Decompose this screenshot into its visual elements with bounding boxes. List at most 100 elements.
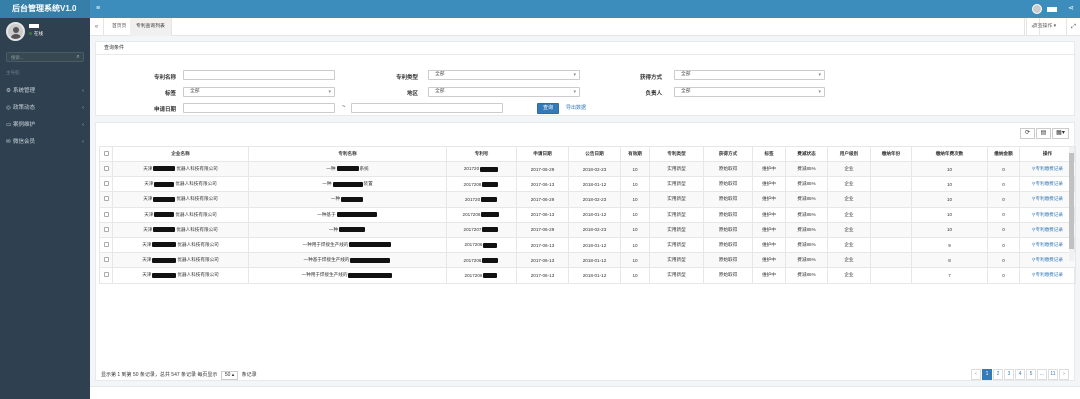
- page-ellipsis[interactable]: ...: [1037, 369, 1047, 380]
- area-select[interactable]: 全部: [428, 87, 580, 97]
- row-checkbox-cell[interactable]: [99, 221, 113, 238]
- date-end-input[interactable]: [351, 103, 503, 113]
- patent-no-prefix: 2017206: [462, 212, 481, 218]
- col-header[interactable]: 有效期: [620, 146, 650, 162]
- top-user-name-redacted[interactable]: [1047, 7, 1057, 12]
- op-cell: ⚲专利缴费记录: [1019, 176, 1076, 193]
- sidebar-item-wechat[interactable]: ✉ 微信会员 ‹: [0, 135, 90, 152]
- row-checkbox-cell[interactable]: [99, 206, 113, 223]
- row-checkbox-cell[interactable]: [99, 236, 113, 254]
- checkbox[interactable]: [103, 196, 109, 202]
- checkbox[interactable]: [103, 151, 109, 156]
- col-header[interactable]: 缴纳金额: [987, 146, 1020, 162]
- refresh-icon[interactable]: ⟳: [1020, 128, 1035, 139]
- page-2[interactable]: 2: [993, 369, 1003, 380]
- fee-record-link[interactable]: ⚲专利缴费记录: [1032, 196, 1063, 201]
- fee-record-link[interactable]: ⚲专利缴费记录: [1032, 257, 1063, 262]
- fee-record-link[interactable]: ⚲专利缴费记录: [1032, 272, 1063, 277]
- sidebar-item-cases[interactable]: ▭ 案例维护 ‹: [0, 118, 90, 135]
- row-checkbox-cell[interactable]: [99, 176, 113, 193]
- search-icon[interactable]: ⌕: [73, 53, 83, 61]
- fee-record-link[interactable]: ⚲专利缴费记录: [1032, 166, 1063, 171]
- menu-toggle-icon[interactable]: ≡: [96, 5, 100, 12]
- col-header[interactable]: 缴纳年份: [870, 146, 912, 162]
- patent-type-select[interactable]: 全部: [428, 70, 580, 80]
- level-cell: 企业: [827, 160, 871, 178]
- page-3[interactable]: 3: [1004, 369, 1014, 380]
- op-cell: ⚲专利缴费记录: [1019, 160, 1076, 178]
- col-header[interactable]: 费减状态: [785, 146, 828, 162]
- checkbox[interactable]: [103, 272, 109, 278]
- tab-ops-dropdown[interactable]: 页签操作 ▾: [1024, 18, 1064, 36]
- page-prev[interactable]: ‹: [971, 369, 981, 380]
- col-header[interactable]: 企业名称: [112, 146, 249, 162]
- col-header[interactable]: 专利类型: [649, 146, 704, 162]
- top-avatar[interactable]: [1032, 4, 1042, 14]
- redaction-mark: [482, 181, 499, 187]
- company-prefix: 天津: [143, 196, 153, 202]
- select-all-checkbox[interactable]: [99, 146, 113, 162]
- sidebar-item-system[interactable]: ⚙ 系统管理 ‹: [0, 84, 90, 101]
- page-next[interactable]: ›: [1059, 369, 1069, 380]
- scrollbar-thumb[interactable]: [1069, 153, 1074, 249]
- fee-record-label: 专利缴费记录: [1035, 257, 1063, 263]
- page-4[interactable]: 4: [1015, 369, 1025, 380]
- col-header[interactable]: 专利号: [446, 146, 517, 162]
- row-checkbox-cell[interactable]: [99, 267, 113, 284]
- fee-record-link[interactable]: ⚲专利缴费记录: [1032, 181, 1063, 186]
- col-header[interactable]: 申请日期: [516, 146, 569, 162]
- col-header[interactable]: 用户级别: [827, 146, 871, 162]
- query-button[interactable]: 查询: [537, 103, 559, 114]
- company-cell: 天津 优器人科技有限公司: [112, 206, 249, 223]
- checkbox[interactable]: [103, 226, 109, 232]
- ptype-cell: 实用新型: [649, 191, 704, 208]
- share-icon[interactable]: ⋖: [1068, 4, 1074, 12]
- checkbox[interactable]: [103, 181, 109, 187]
- col-header[interactable]: 专利名称: [248, 146, 447, 162]
- row-checkbox-cell[interactable]: [99, 252, 113, 269]
- date-start-input[interactable]: [183, 103, 335, 113]
- tab-scroll-left-icon[interactable]: «: [90, 18, 104, 36]
- tag-cell: 维护中: [752, 267, 786, 284]
- tag-select[interactable]: 全部: [183, 87, 335, 97]
- tab-patent-list[interactable]: 专利查询列表: [130, 18, 172, 36]
- table-scrollbar[interactable]: [1069, 147, 1074, 261]
- fee-record-link[interactable]: ⚲专利缴费记录: [1032, 212, 1063, 217]
- search-input[interactable]: 搜索... ⌕: [6, 52, 84, 62]
- owner-select[interactable]: 全部: [674, 87, 825, 97]
- row-checkbox-cell[interactable]: [99, 191, 113, 208]
- page-5[interactable]: 5: [1026, 369, 1036, 380]
- columns-icon[interactable]: ▦▾: [1052, 128, 1069, 139]
- row-checkbox-cell[interactable]: [99, 160, 113, 178]
- page-info-text: 显示第 1 到第 50 条记录，总共 547 条记录 每页显示: [101, 372, 218, 378]
- export-button[interactable]: 导出数据: [566, 103, 586, 114]
- page-11[interactable]: 11: [1048, 369, 1058, 380]
- avatar[interactable]: [6, 22, 25, 41]
- company-suffix: 优器人科技有限公司: [175, 181, 217, 187]
- pagination: ‹ 1 2 3 4 5... 11 ›: [971, 369, 1069, 380]
- page-size-select[interactable]: 50 ▴: [220, 371, 239, 380]
- checkbox[interactable]: [103, 211, 109, 217]
- checkbox[interactable]: [103, 257, 109, 263]
- company-prefix: 天津: [143, 226, 153, 232]
- fee-record-link[interactable]: ⚲专利缴费记录: [1032, 227, 1063, 232]
- page-1[interactable]: 1: [982, 369, 992, 380]
- sidebar-item-policy[interactable]: ◎ 政策动态 ‹: [0, 101, 90, 118]
- col-header[interactable]: 缴纳年费次数: [911, 146, 988, 162]
- redaction-mark: [336, 211, 377, 217]
- fee-cell: 费减85%: [785, 252, 828, 269]
- checkbox[interactable]: [103, 166, 109, 172]
- patent-name-input[interactable]: [183, 70, 335, 80]
- col-header[interactable]: 操作: [1019, 146, 1076, 162]
- redaction-mark: [341, 196, 364, 202]
- toggle-view-icon[interactable]: ▤: [1036, 128, 1051, 139]
- redaction-mark: [153, 166, 176, 172]
- col-header[interactable]: 公告日期: [568, 146, 621, 162]
- col-header[interactable]: 获得方式: [703, 146, 753, 162]
- chevron-left-icon: ‹: [82, 122, 84, 128]
- col-header[interactable]: 标签: [752, 146, 786, 162]
- fullscreen-icon[interactable]: ⤢: [1066, 18, 1080, 36]
- checkbox[interactable]: [103, 242, 109, 248]
- method-select[interactable]: 全部: [674, 70, 825, 80]
- fee-record-link[interactable]: ⚲专利缴费记录: [1032, 242, 1063, 247]
